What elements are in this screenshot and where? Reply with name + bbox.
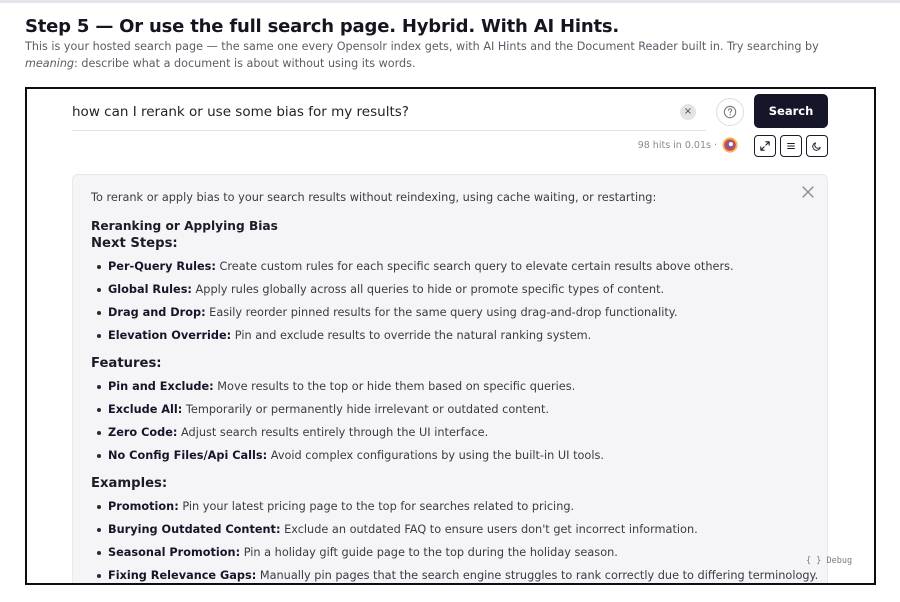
ai-hint-section-heading: Examples: — [91, 476, 168, 491]
ai-hint-list-item: Per-Query Rules: Create custom rules for… — [91, 258, 811, 281]
ai-hint-item-term: Pin and Exclude: — [108, 380, 214, 393]
ai-hint-item-term: Exclude All: — [108, 403, 183, 416]
ai-hint-list-item: Global Rules: Apply rules globally acros… — [91, 281, 811, 304]
ai-hint-list-item: Drag and Drop: Easily reorder pinned res… — [91, 304, 811, 327]
ai-hint-item-term: Global Rules: — [108, 283, 192, 296]
ai-hint-item-term: Seasonal Promotion: — [108, 546, 241, 559]
clear-search-icon[interactable]: × — [680, 104, 696, 120]
ai-hint-item-term: Elevation Override: — [108, 329, 232, 342]
ai-hint-title: Reranking or Applying Bias — [91, 219, 278, 233]
ai-hint-item-text: Easily reorder pinned results for the sa… — [205, 306, 678, 319]
ai-hint-item-text: Exclude an outdated FAQ to ensure users … — [280, 523, 698, 536]
ai-hint-sections: Next Steps: Per-Query Rules: Create custo… — [91, 235, 818, 583]
ai-hint-list-item: Elevation Override: Pin and exclude resu… — [91, 327, 811, 350]
ai-hint-item-term: Promotion: — [108, 500, 179, 513]
ai-hint-item-text: Adjust search results entirely through t… — [177, 426, 489, 439]
search-input[interactable] — [72, 95, 662, 129]
hits-count: 98 hits in 0.01s · — [637, 140, 717, 151]
list-view-button[interactable] — [780, 135, 802, 157]
fullscreen-button[interactable] — [754, 135, 776, 157]
ai-hint-list: Promotion: Pin your latest pricing page … — [91, 498, 818, 583]
ai-hint-list-item: Burying Outdated Content: Exclude an out… — [91, 521, 811, 544]
debug-toggle[interactable]: { } Debug — [806, 556, 852, 566]
ai-hint-item-text: Pin a holiday gift guide page to the top… — [240, 546, 618, 559]
moon-icon — [812, 142, 821, 151]
ai-hint-list-item: Exclude All: Temporarily or permanently … — [91, 401, 811, 424]
ai-hint-item-term: Fixing Relevance Gaps: — [108, 569, 257, 582]
ai-hint-item-text: Temporarily or permanently hide irreleva… — [182, 403, 549, 416]
ai-hint-item-text: Move results to the top or hide them bas… — [213, 380, 576, 393]
ai-hint-item-text: Manually pin pages that the search engin… — [256, 569, 819, 582]
ai-hint-item-term: Burying Outdated Content: — [108, 523, 281, 536]
step-description-emphasis: meaning — [25, 57, 75, 70]
ai-hint-list-item: Seasonal Promotion: Pin a holiday gift g… — [91, 544, 811, 567]
step-description: This is your hosted search page — the sa… — [25, 38, 875, 72]
opensolr-logo-icon — [722, 137, 738, 153]
ai-hint-list-item: Pin and Exclude: Move results to the top… — [91, 378, 811, 401]
ai-hint-item-text: Apply rules globally across all queries … — [191, 283, 665, 296]
step-description-text: This is your hosted search page — the sa… — [25, 40, 819, 53]
ai-hint-section-heading: Next Steps: — [91, 236, 178, 251]
ai-hint-item-text: Pin your latest pricing page to the top … — [178, 500, 575, 513]
ai-hint-list: Per-Query Rules: Create custom rules for… — [91, 258, 811, 350]
ai-hint-section-heading: Features: — [91, 356, 162, 371]
ai-hint-list-item: Promotion: Pin your latest pricing page … — [91, 498, 811, 521]
ai-hint-item-term: Drag and Drop: — [108, 306, 206, 319]
ai-hint-intro: To rerank or apply bias to your search r… — [91, 191, 657, 204]
ai-hint-item-text: Create custom rules for each specific se… — [215, 260, 734, 273]
search-page-frame: × Search 98 hits in 0.01s · — [25, 87, 876, 585]
ai-hint-list: Pin and Exclude: Move results to the top… — [91, 378, 811, 470]
help-circle-icon — [723, 105, 737, 119]
ai-hint-list-item: Fixing Relevance Gaps: Manually pin page… — [91, 567, 818, 583]
ai-hint-item-term: No Config Files/Api Calls: — [108, 449, 268, 462]
step-title: Step 5 — Or use the full search page. Hy… — [25, 16, 620, 37]
step-description-tail: : describe what a document is about with… — [74, 57, 416, 70]
ai-hint-list-item: No Config Files/Api Calls: Avoid complex… — [91, 447, 811, 470]
ai-hint-item-text: Avoid complex configurations by using th… — [267, 449, 604, 462]
list-icon — [787, 142, 795, 150]
expand-icon — [760, 141, 770, 151]
ai-hint-item-text: Pin and exclude results to override the … — [231, 329, 592, 342]
dark-mode-button[interactable] — [806, 135, 828, 157]
ai-hint-item-term: Per-Query Rules: — [108, 260, 216, 273]
top-divider — [0, 0, 900, 3]
ai-hint-item-term: Zero Code: — [108, 426, 178, 439]
ai-hint-list-item: Zero Code: Adjust search results entirel… — [91, 424, 811, 447]
search-button[interactable]: Search — [754, 94, 828, 128]
ai-hint-panel: To rerank or apply bias to your search r… — [72, 174, 828, 583]
search-bar: × — [72, 95, 706, 131]
ai-hint-content: To rerank or apply bias to your search r… — [91, 190, 818, 583]
help-button[interactable] — [716, 98, 744, 126]
